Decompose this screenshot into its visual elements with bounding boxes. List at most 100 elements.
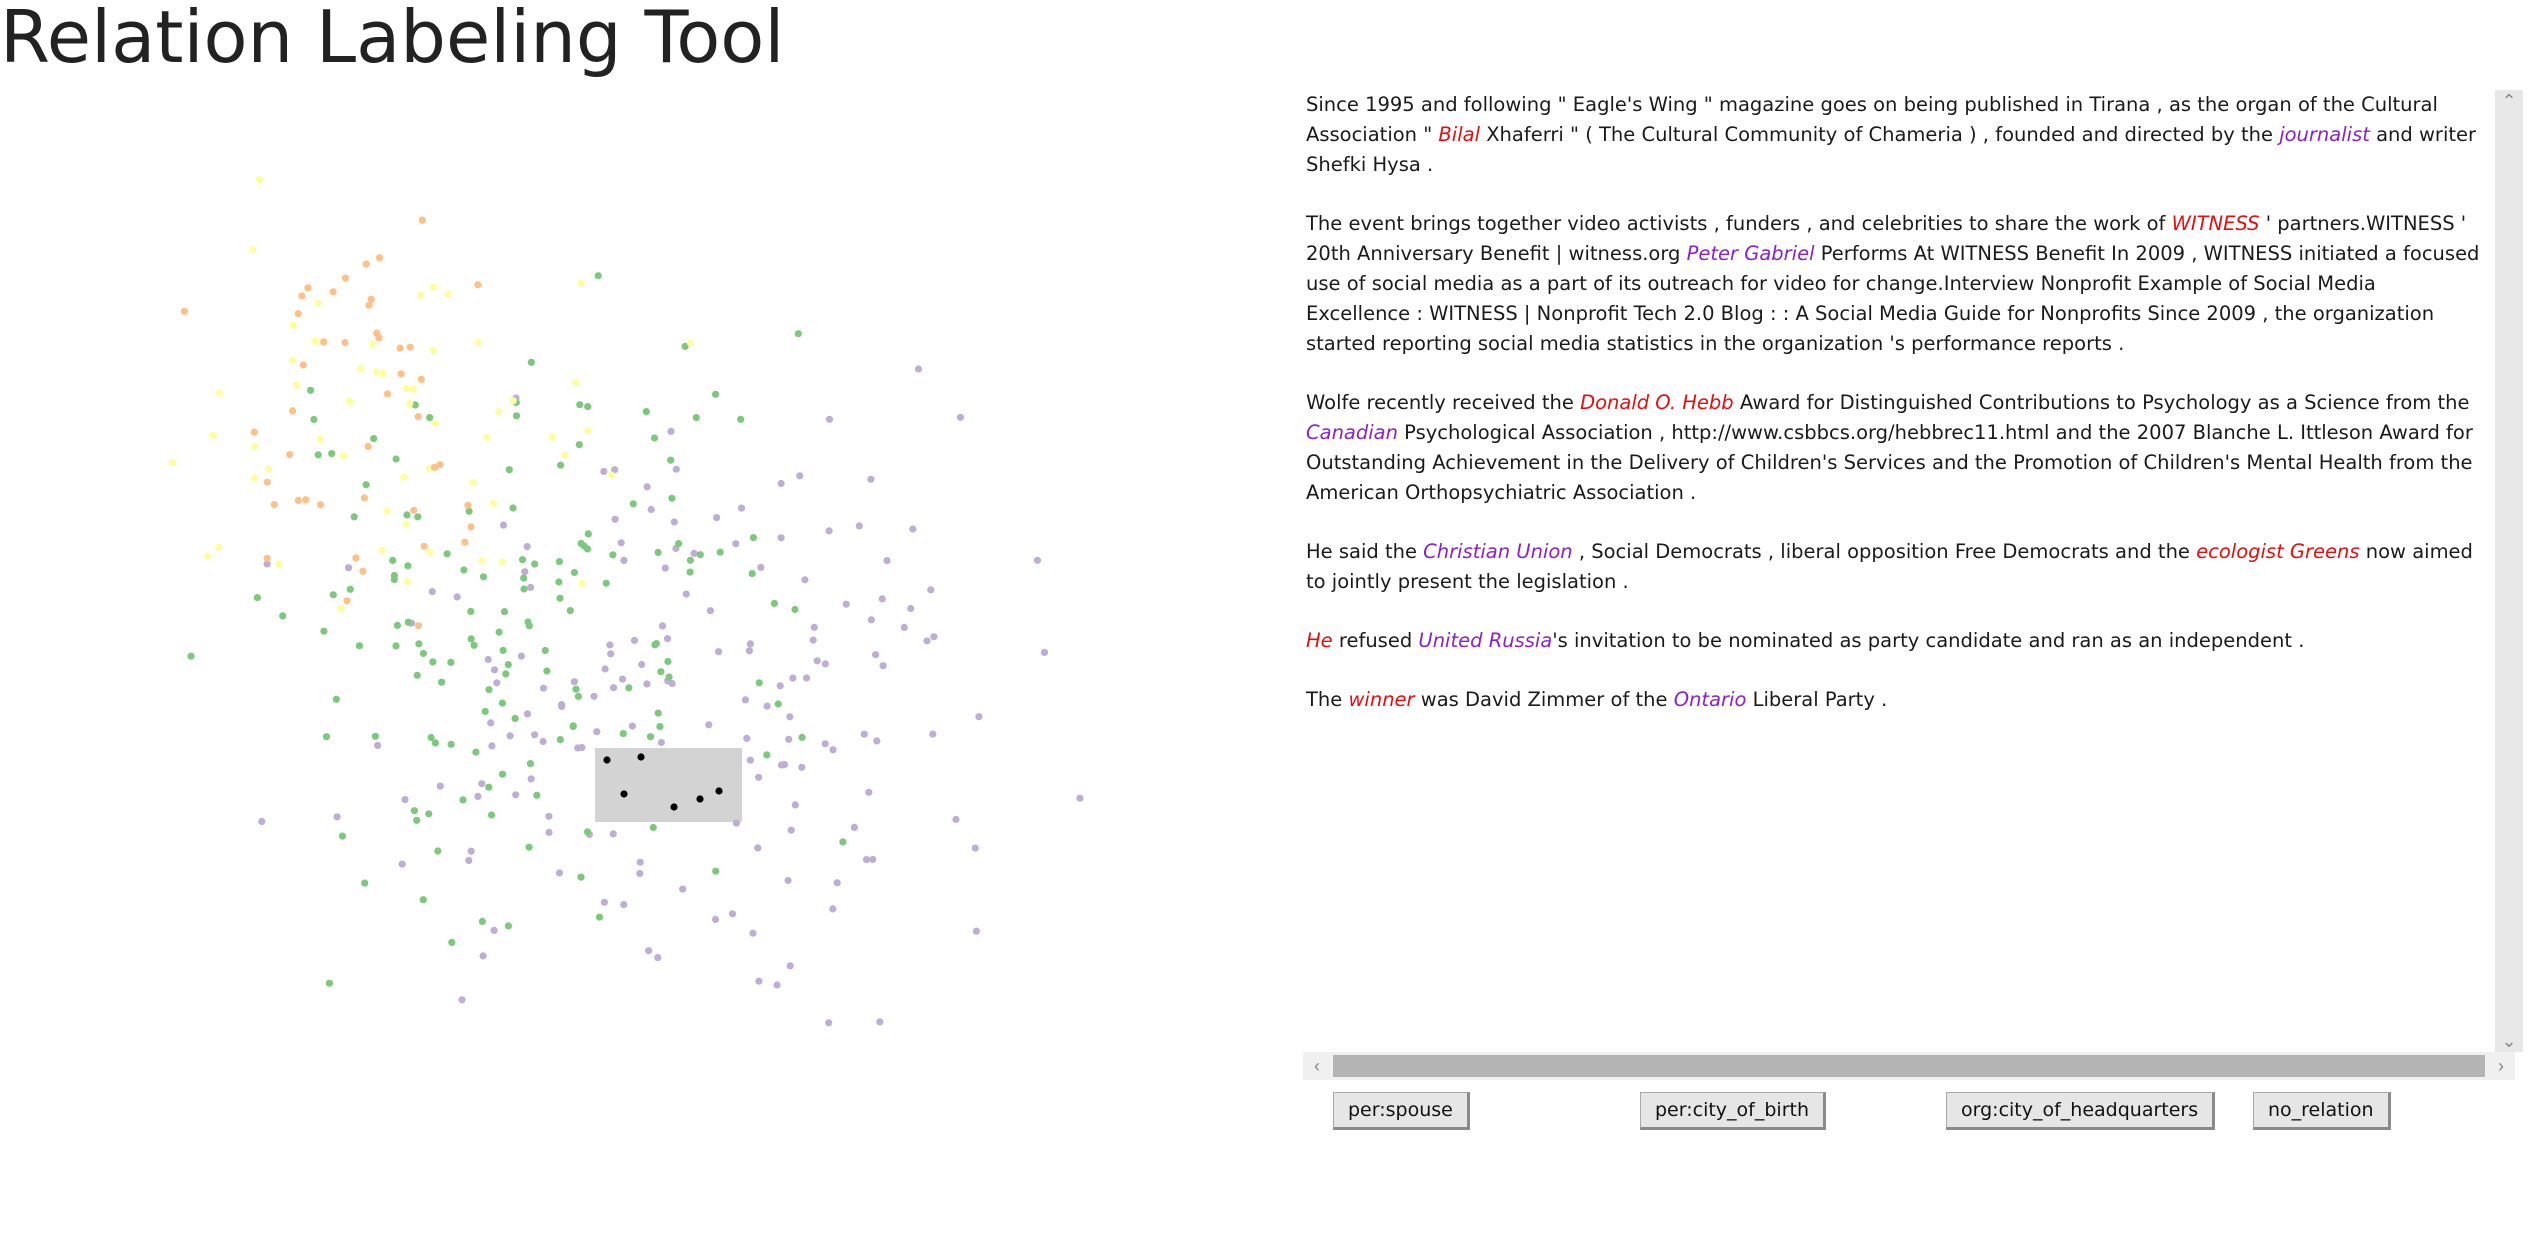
scatter-point-selected[interactable] [715, 787, 723, 795]
scatter-point-orange[interactable] [375, 334, 383, 342]
scatter-point-purple[interactable] [777, 761, 786, 769]
scatter-point-green[interactable] [798, 733, 806, 742]
scatter-point-yellow[interactable] [275, 560, 283, 568]
scatter-point-purple[interactable] [746, 756, 755, 764]
scatter-point-purple[interactable] [488, 742, 496, 750]
scatter-point-green[interactable] [415, 640, 423, 648]
scatter-point-purple[interactable] [777, 479, 785, 488]
scatter-point-green[interactable] [370, 435, 378, 443]
scatter-point-selected[interactable] [670, 803, 678, 811]
scatter-point-purple[interactable] [636, 858, 644, 866]
scatter-point-green[interactable] [509, 504, 517, 512]
scatter-point-yellow[interactable] [489, 499, 497, 507]
scatter-point-yellow[interactable] [215, 543, 223, 551]
scatter-point-green[interactable] [485, 783, 493, 791]
scatter-point-yellow[interactable] [417, 291, 425, 300]
scatter-point-purple[interactable] [531, 731, 539, 739]
scatter-point-purple[interactable] [821, 740, 829, 748]
scatter-point-green[interactable] [338, 832, 346, 840]
horizontal-scroll-thumb[interactable] [1333, 1055, 2485, 1077]
scatter-point-green[interactable] [478, 917, 486, 926]
scatter-point-green[interactable] [413, 671, 421, 679]
scatter-point-yellow[interactable] [431, 419, 439, 427]
scatter-point-orange[interactable] [396, 344, 404, 352]
scatter-point-purple[interactable] [436, 782, 444, 790]
scatter-point-purple[interactable] [872, 651, 880, 659]
scatter-point-green[interactable] [675, 540, 683, 548]
scatter-point-green[interactable] [574, 692, 583, 701]
chevron-left-icon[interactable]: ‹ [1303, 1052, 1331, 1080]
scatter-point-green[interactable] [460, 566, 468, 574]
scatter-point-green[interactable] [667, 456, 675, 464]
scatter-point-orange[interactable] [364, 442, 372, 451]
scatter-point-green[interactable] [594, 272, 602, 280]
scatter-point-purple[interactable] [465, 856, 473, 865]
scatter-point-green[interactable] [657, 668, 665, 676]
scatter-point-yellow[interactable] [204, 552, 212, 560]
scatter-point-orange[interactable] [414, 413, 422, 421]
scatter-point-green[interactable] [438, 678, 446, 686]
scatter-point-purple[interactable] [850, 823, 859, 832]
scatter-point-yellow[interactable] [578, 579, 586, 588]
scatter-point-orange[interactable] [367, 295, 375, 303]
scatter-point-purple[interactable] [776, 682, 784, 690]
scatter-point-purple[interactable] [479, 952, 487, 960]
scatter-point-yellow[interactable] [250, 474, 259, 482]
scatter-point-green[interactable] [763, 751, 771, 759]
scatter-point-orange[interactable] [397, 370, 405, 378]
no-relation-button[interactable]: no_relation [2253, 1092, 2391, 1130]
scatter-point-purple[interactable] [907, 604, 915, 613]
scatter-point-green[interactable] [314, 451, 322, 459]
scatter-point-purple[interactable] [499, 521, 508, 529]
scatter-point-purple[interactable] [755, 773, 763, 781]
scatter-point-yellow[interactable] [378, 546, 386, 554]
scatter-point-orange[interactable] [304, 284, 312, 292]
scatter-point-green[interactable] [459, 796, 467, 804]
scatter-point-yellow[interactable] [337, 605, 345, 613]
scatter-point-purple[interactable] [763, 702, 771, 710]
per-spouse-button[interactable]: per:spouse [1333, 1092, 1470, 1130]
scatter-point-yellow[interactable] [607, 471, 616, 479]
scatter-point-purple[interactable] [555, 869, 564, 877]
scatter-point-green[interactable] [253, 594, 261, 602]
scatter-point-purple[interactable] [825, 1019, 833, 1027]
scatter-point-green[interactable] [748, 570, 756, 578]
scatter-point-green[interactable] [390, 575, 398, 584]
scatter-point-yellow[interactable] [495, 407, 503, 416]
scatter-point-purple[interactable] [512, 791, 520, 799]
scatter-point-purple[interactable] [786, 962, 794, 970]
scatter-point-orange[interactable] [270, 501, 278, 509]
scatter-point-green[interactable] [403, 511, 411, 519]
scatter-point-yellow[interactable] [372, 368, 381, 376]
scatter-point-green[interactable] [649, 823, 657, 832]
scatter-point-green[interactable] [642, 408, 650, 416]
scatter-point-green[interactable] [583, 828, 592, 836]
scatter-point-green[interactable] [839, 838, 847, 846]
scatter-point-purple[interactable] [741, 696, 750, 704]
scatter-point-green[interactable] [737, 415, 745, 423]
scatter-point-green[interactable] [557, 461, 565, 469]
scatter-point-yellow[interactable] [288, 356, 296, 364]
scatter-point-purple[interactable] [813, 657, 821, 665]
scatter-point-yellow[interactable] [444, 290, 452, 298]
scatter-point-yellow[interactable] [316, 435, 324, 443]
scatter-point-yellow[interactable] [572, 378, 580, 386]
scatter-point-green[interactable] [325, 979, 333, 987]
scatter-point-purple[interactable] [711, 915, 720, 924]
scatter-point-purple[interactable] [743, 734, 751, 743]
scatter-point-purple[interactable] [786, 713, 794, 721]
per-city-of-birth-button[interactable]: per:city_of_birth [1640, 1092, 1827, 1130]
scatter-point-yellow[interactable] [314, 299, 322, 307]
scatter-point-yellow[interactable] [426, 548, 434, 556]
scatter-point-green[interactable] [419, 649, 427, 658]
scatter-point-yellow[interactable] [478, 556, 486, 565]
scatter-point-green[interactable] [650, 434, 659, 442]
scatter-point-green[interactable] [393, 621, 401, 630]
scatter-point-purple[interactable] [682, 590, 690, 598]
scatter-point-yellow[interactable] [289, 321, 297, 329]
scatter-point-purple[interactable] [657, 738, 666, 747]
scatter-point-green[interactable] [332, 695, 340, 703]
scatter-point-green[interactable] [504, 661, 512, 669]
scatter-point-purple[interactable] [971, 844, 979, 852]
scatter-point-purple[interactable] [909, 525, 917, 533]
